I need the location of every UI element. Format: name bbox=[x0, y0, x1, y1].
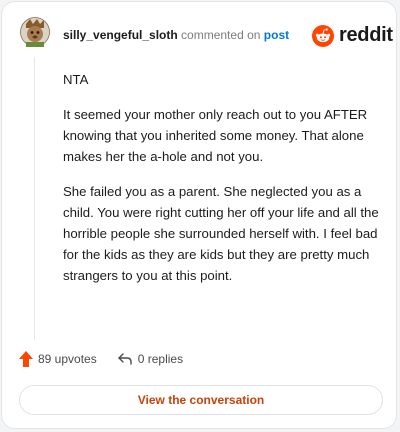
upvote-count: 89 upvotes bbox=[38, 352, 97, 366]
reddit-logo-icon bbox=[312, 24, 334, 47]
reply-count: 0 replies bbox=[137, 352, 184, 366]
comment-paragraph: She failed you as a parent. She neglecte… bbox=[63, 184, 379, 283]
replies-button[interactable]: 0 replies bbox=[117, 352, 183, 366]
reddit-logo[interactable]: reddit bbox=[312, 24, 393, 47]
comment-paragraph: It seemed your mother only reach out to … bbox=[63, 107, 368, 164]
upvote-button[interactable]: 89 upvotes bbox=[19, 351, 97, 367]
comment-card: silly_vengeful_sloth commented on post r… bbox=[1, 1, 397, 429]
post-link[interactable]: post bbox=[264, 28, 289, 42]
thread-line bbox=[34, 57, 35, 340]
commented-on-text: commented on bbox=[181, 28, 261, 42]
view-conversation-button[interactable]: View the conversation bbox=[19, 385, 383, 415]
reply-arrow-icon bbox=[118, 353, 132, 365]
comment-body: NTA It seemed your mother only reach out… bbox=[63, 69, 383, 300]
reddit-wordmark: reddit bbox=[339, 24, 393, 46]
avatar[interactable] bbox=[20, 17, 50, 47]
comment-actions: 89 upvotes 0 replies bbox=[19, 351, 183, 367]
comment-header: silly_vengeful_sloth commented on post bbox=[63, 28, 289, 42]
upvote-arrow-icon bbox=[19, 351, 33, 367]
username[interactable]: silly_vengeful_sloth bbox=[63, 28, 178, 42]
comment-paragraph: NTA bbox=[63, 72, 89, 87]
